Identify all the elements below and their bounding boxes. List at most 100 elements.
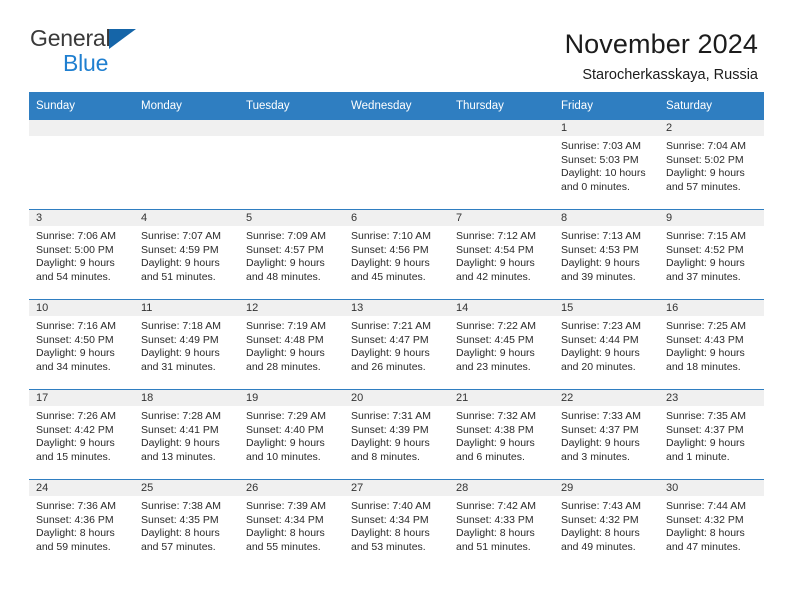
calendar-week-row: 10 Sunrise: 7:16 AM Sunset: 4:50 PM Dayligh… [29,299,764,390]
calendar-day-cell[interactable]: 22 Sunrise: 7:33 AM Sunset: 4:37 PM Dayligh… [554,389,659,480]
calendar-day-cell[interactable]: 26 Sunrise: 7:39 AM Sunset: 4:34 PM Dayligh… [239,479,344,569]
calendar-day-cell[interactable]: 27 Sunrise: 7:40 AM Sunset: 4:34 PM Dayligh… [344,479,449,569]
daylight-duration-line1: Daylight: 9 hours [351,347,430,360]
sunrise-time: Sunrise: 7:03 AM [561,140,641,152]
calendar-day-cell[interactable]: 9 Sunrise: 7:15 AM Sunset: 4:52 PM Daylight… [659,209,764,300]
daylight-duration-line2: and 57 minutes. [666,180,741,193]
day-number: 26 [239,480,344,496]
day-number: 28 [449,480,554,496]
sunrise-time: Sunrise: 7:32 AM [456,410,536,422]
calendar-day-cell[interactable]: 23 Sunrise: 7:35 AM Sunset: 4:37 PM Dayligh… [659,389,764,480]
calendar-day-cell[interactable]: 5 Sunrise: 7:09 AM Sunset: 4:57 PM Daylight… [239,209,344,300]
calendar-day-cell[interactable]: 10 Sunrise: 7:16 AM Sunset: 4:50 PM Dayligh… [29,299,134,390]
day-number [239,120,344,136]
daylight-duration-line1: Daylight: 8 hours [351,527,430,540]
sunrise-time: Sunrise: 7:07 AM [141,230,221,242]
weekday-header-sunday: Sunday [29,92,134,120]
calendar-day-cell-empty [344,120,449,210]
sunrise-time: Sunrise: 7:36 AM [36,500,116,512]
day-details: Sunrise: 7:31 AM Sunset: 4:39 PM Daylight:… [344,406,449,464]
sunset-time: Sunset: 4:35 PM [141,513,219,526]
daylight-duration-line1: Daylight: 9 hours [561,257,640,270]
sunrise-time: Sunrise: 7:19 AM [246,320,326,332]
calendar-day-cell[interactable]: 29 Sunrise: 7:43 AM Sunset: 4:32 PM Dayligh… [554,479,659,569]
sunrise-time: Sunrise: 7:04 AM [666,140,746,152]
calendar-day-cell-empty [134,120,239,210]
sunrise-time: Sunrise: 7:28 AM [141,410,221,422]
daylight-duration-line2: and 45 minutes. [351,270,426,283]
calendar-day-cell[interactable]: 7 Sunrise: 7:12 AM Sunset: 4:54 PM Daylight… [449,209,554,300]
day-details: Sunrise: 7:15 AM Sunset: 4:52 PM Daylight:… [659,226,764,284]
daylight-duration-line2: and 26 minutes. [351,360,426,373]
calendar-week-row: 1 Sunrise: 7:03 AM Sunset: 5:03 PM Daylight… [29,120,764,210]
daylight-duration-line1: Daylight: 9 hours [666,347,745,360]
sunrise-time: Sunrise: 7:21 AM [351,320,431,332]
weekday-header-wednesday: Wednesday [344,92,449,120]
calendar-day-cell[interactable]: 15 Sunrise: 7:23 AM Sunset: 4:44 PM Dayligh… [554,299,659,390]
sunset-time: Sunset: 4:33 PM [456,513,534,526]
triangle-icon [109,29,136,49]
calendar-week-row: 17 Sunrise: 7:26 AM Sunset: 4:42 PM Dayligh… [29,389,764,480]
day-number: 5 [239,210,344,226]
sunset-time: Sunset: 5:00 PM [36,243,114,256]
calendar-day-cell[interactable]: 4 Sunrise: 7:07 AM Sunset: 4:59 PM Daylight… [134,209,239,300]
calendar-day-cell[interactable]: 17 Sunrise: 7:26 AM Sunset: 4:42 PM Dayligh… [29,389,134,480]
daylight-duration-line1: Daylight: 8 hours [666,527,745,540]
sunset-time: Sunset: 4:50 PM [36,333,114,346]
calendar-day-cell[interactable]: 1 Sunrise: 7:03 AM Sunset: 5:03 PM Daylight… [554,120,659,210]
sunrise-time: Sunrise: 7:35 AM [666,410,746,422]
calendar-day-cell[interactable]: 6 Sunrise: 7:10 AM Sunset: 4:56 PM Daylight… [344,209,449,300]
calendar-day-cell[interactable]: 18 Sunrise: 7:28 AM Sunset: 4:41 PM Dayligh… [134,389,239,480]
calendar-day-cell[interactable]: 21 Sunrise: 7:32 AM Sunset: 4:38 PM Dayligh… [449,389,554,480]
day-number [29,120,134,136]
sunrise-time: Sunrise: 7:13 AM [561,230,641,242]
sunset-time: Sunset: 4:37 PM [666,423,744,436]
sunset-time: Sunset: 4:42 PM [36,423,114,436]
weekday-header-tuesday: Tuesday [239,92,344,120]
sunset-time: Sunset: 5:02 PM [666,153,744,166]
sunrise-time: Sunrise: 7:39 AM [246,500,326,512]
sunrise-time: Sunrise: 7:29 AM [246,410,326,422]
day-number: 24 [29,480,134,496]
sunset-time: Sunset: 4:38 PM [456,423,534,436]
weekday-header-monday: Monday [134,92,239,120]
day-details: Sunrise: 7:13 AM Sunset: 4:53 PM Daylight:… [554,226,659,284]
day-details: Sunrise: 7:26 AM Sunset: 4:42 PM Daylight:… [29,406,134,464]
daylight-duration-line2: and 6 minutes. [456,450,525,463]
sunrise-time: Sunrise: 7:06 AM [36,230,116,242]
sunset-time: Sunset: 4:48 PM [246,333,324,346]
calendar-day-cell[interactable]: 30 Sunrise: 7:44 AM Sunset: 4:32 PM Dayligh… [659,479,764,569]
calendar-week-row: 24 Sunrise: 7:36 AM Sunset: 4:36 PM Dayligh… [29,479,764,569]
day-number: 16 [659,300,764,316]
daylight-duration-line1: Daylight: 9 hours [351,257,430,270]
calendar-day-cell[interactable]: 12 Sunrise: 7:19 AM Sunset: 4:48 PM Dayligh… [239,299,344,390]
day-details: Sunrise: 7:25 AM Sunset: 4:43 PM Daylight:… [659,316,764,374]
sunset-time: Sunset: 4:52 PM [666,243,744,256]
calendar-day-cell[interactable]: 16 Sunrise: 7:25 AM Sunset: 4:43 PM Dayligh… [659,299,764,390]
calendar-day-cell[interactable]: 2 Sunrise: 7:04 AM Sunset: 5:02 PM Daylight… [659,120,764,210]
daylight-duration-line2: and 15 minutes. [36,450,111,463]
calendar-day-cell[interactable]: 20 Sunrise: 7:31 AM Sunset: 4:39 PM Dayligh… [344,389,449,480]
calendar-day-cell[interactable]: 8 Sunrise: 7:13 AM Sunset: 4:53 PM Daylight… [554,209,659,300]
calendar-day-cell[interactable]: 13 Sunrise: 7:21 AM Sunset: 4:47 PM Dayligh… [344,299,449,390]
day-number: 19 [239,390,344,406]
generalblue-logo[interactable]: General Blue [30,26,180,82]
calendar-day-cell[interactable]: 25 Sunrise: 7:38 AM Sunset: 4:35 PM Dayligh… [134,479,239,569]
calendar-day-cell-empty [29,120,134,210]
sunset-time: Sunset: 4:44 PM [561,333,639,346]
calendar-day-cell[interactable]: 24 Sunrise: 7:36 AM Sunset: 4:36 PM Dayligh… [29,479,134,569]
daylight-duration-line1: Daylight: 9 hours [246,347,325,360]
day-details: Sunrise: 7:32 AM Sunset: 4:38 PM Daylight:… [449,406,554,464]
calendar-day-cell[interactable]: 3 Sunrise: 7:06 AM Sunset: 5:00 PM Daylight… [29,209,134,300]
calendar-day-cell[interactable]: 14 Sunrise: 7:22 AM Sunset: 4:45 PM Dayligh… [449,299,554,390]
sunset-time: Sunset: 4:59 PM [141,243,219,256]
logo-text-general: General [30,25,111,51]
daylight-duration-line1: Daylight: 8 hours [246,527,325,540]
day-details: Sunrise: 7:19 AM Sunset: 4:48 PM Daylight:… [239,316,344,374]
calendar-day-cell[interactable]: 19 Sunrise: 7:29 AM Sunset: 4:40 PM Dayligh… [239,389,344,480]
calendar-day-cell[interactable]: 28 Sunrise: 7:42 AM Sunset: 4:33 PM Dayligh… [449,479,554,569]
day-number: 3 [29,210,134,226]
day-number: 12 [239,300,344,316]
calendar-day-cell[interactable]: 11 Sunrise: 7:18 AM Sunset: 4:49 PM Dayligh… [134,299,239,390]
day-details: Sunrise: 7:44 AM Sunset: 4:32 PM Daylight:… [659,496,764,554]
